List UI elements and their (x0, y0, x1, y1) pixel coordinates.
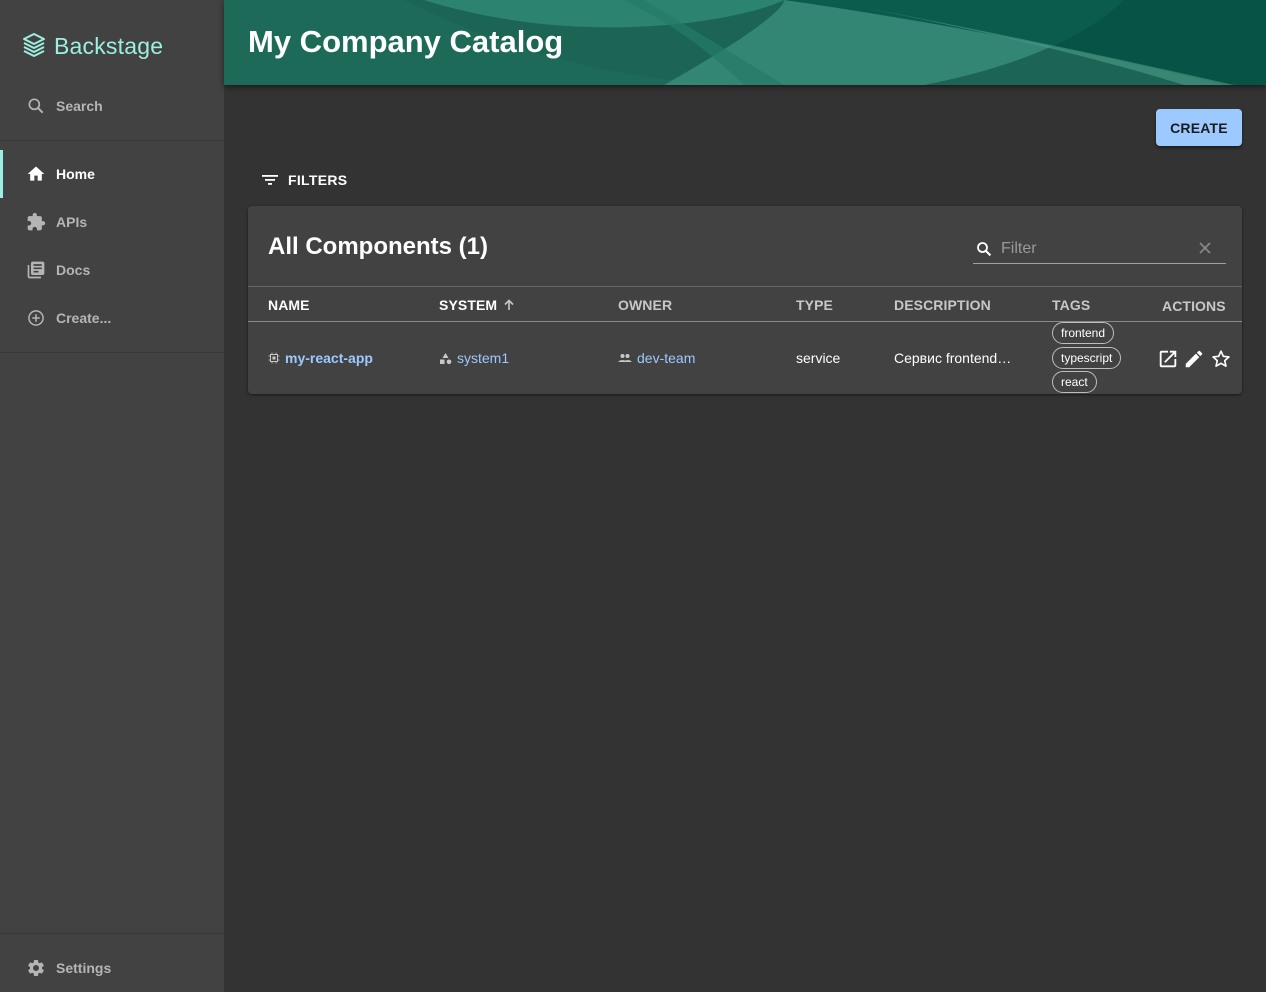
page-title: My Company Catalog (248, 24, 564, 59)
description-value: Сервис frontend… (894, 350, 1012, 366)
table-row-description-cell: Сервис frontend… (894, 350, 1011, 366)
sidebar-item-label: Create... (56, 310, 112, 326)
column-header-type[interactable]: TYPE (796, 297, 833, 313)
home-icon (27, 166, 45, 181)
component-icon (268, 352, 280, 364)
logo-text: Backstage (54, 32, 164, 59)
sidebar-item-docs[interactable]: Docs (0, 246, 224, 294)
arrow-up-icon (504, 299, 514, 310)
create-button[interactable]: CREATE (1156, 109, 1242, 146)
sidebar-divider (0, 933, 224, 934)
backstage-logo[interactable]: Backstage (22, 30, 163, 62)
table-search (973, 234, 1226, 264)
tag-chip: frontend (1052, 322, 1115, 344)
filters-button[interactable]: FILTERS (262, 170, 347, 190)
table-row-name-cell: my-react-app (268, 350, 373, 366)
edit-icon[interactable] (1183, 348, 1205, 370)
search-input[interactable] (1001, 238, 1191, 260)
column-header-actions: ACTIONS (1162, 298, 1226, 314)
puzzle-icon (27, 212, 46, 231)
sidebar: Backstage Search Home APIs Docs Create..… (0, 0, 224, 992)
sidebar-search-label: Search (56, 98, 103, 114)
table-row-system-cell: system1 (439, 350, 509, 366)
sidebar-item-settings[interactable]: Settings (0, 944, 224, 992)
system-link[interactable]: system1 (457, 350, 509, 366)
search-icon (28, 98, 44, 114)
sidebar-item-create[interactable]: Create... (0, 294, 224, 342)
column-header-owner[interactable]: OWNER (618, 297, 672, 313)
filter-list-icon (262, 175, 278, 185)
table-header: NAME SYSTEM OWNER TYPE DESCRIPTION TAGS … (248, 286, 1242, 322)
add-circle-icon (28, 310, 44, 326)
sidebar-item-apis[interactable]: APIs (0, 198, 224, 246)
components-table: All Components (1) NAME SYSTEM OWNER TYP… (248, 206, 1242, 394)
type-value: service (796, 350, 841, 366)
group-icon (618, 354, 632, 362)
sidebar-item-home[interactable]: Home (0, 150, 224, 198)
table-title: All Components (1) (268, 233, 488, 260)
table-row-owner-cell: dev-team (618, 350, 695, 366)
close-icon[interactable] (1197, 240, 1213, 256)
tag-chip: typescript (1052, 347, 1122, 369)
sidebar-divider (0, 140, 224, 141)
backstage-logo-icon (23, 33, 45, 57)
column-header-system[interactable]: SYSTEM (439, 297, 515, 313)
column-header-name[interactable]: NAME (268, 297, 310, 313)
sidebar-item-label: Settings (56, 960, 112, 976)
gear-icon (28, 960, 44, 976)
component-name-link[interactable]: my-react-app (285, 350, 373, 366)
system-icon (440, 352, 452, 364)
docs-icon (27, 261, 45, 279)
open-in-new-icon[interactable] (1157, 348, 1179, 370)
column-header-tags[interactable]: TAGS (1052, 297, 1090, 313)
star-outline-icon[interactable] (1210, 348, 1232, 370)
column-header-label: SYSTEM (439, 297, 498, 313)
owner-link[interactable]: dev-team (637, 350, 695, 366)
sidebar-item-label: Docs (56, 262, 91, 278)
sidebar-item-label: Home (56, 166, 95, 182)
column-header-description[interactable]: DESCRIPTION (894, 297, 991, 313)
sidebar-search[interactable]: Search (0, 82, 224, 130)
search-icon (977, 242, 992, 257)
table-row-type-cell: service (796, 350, 840, 366)
tag-chip: react (1052, 371, 1097, 393)
sidebar-divider (0, 352, 224, 353)
page-header: My Company Catalog (224, 0, 1266, 85)
sidebar-item-label: APIs (56, 214, 88, 230)
filters-label: FILTERS (288, 172, 348, 188)
